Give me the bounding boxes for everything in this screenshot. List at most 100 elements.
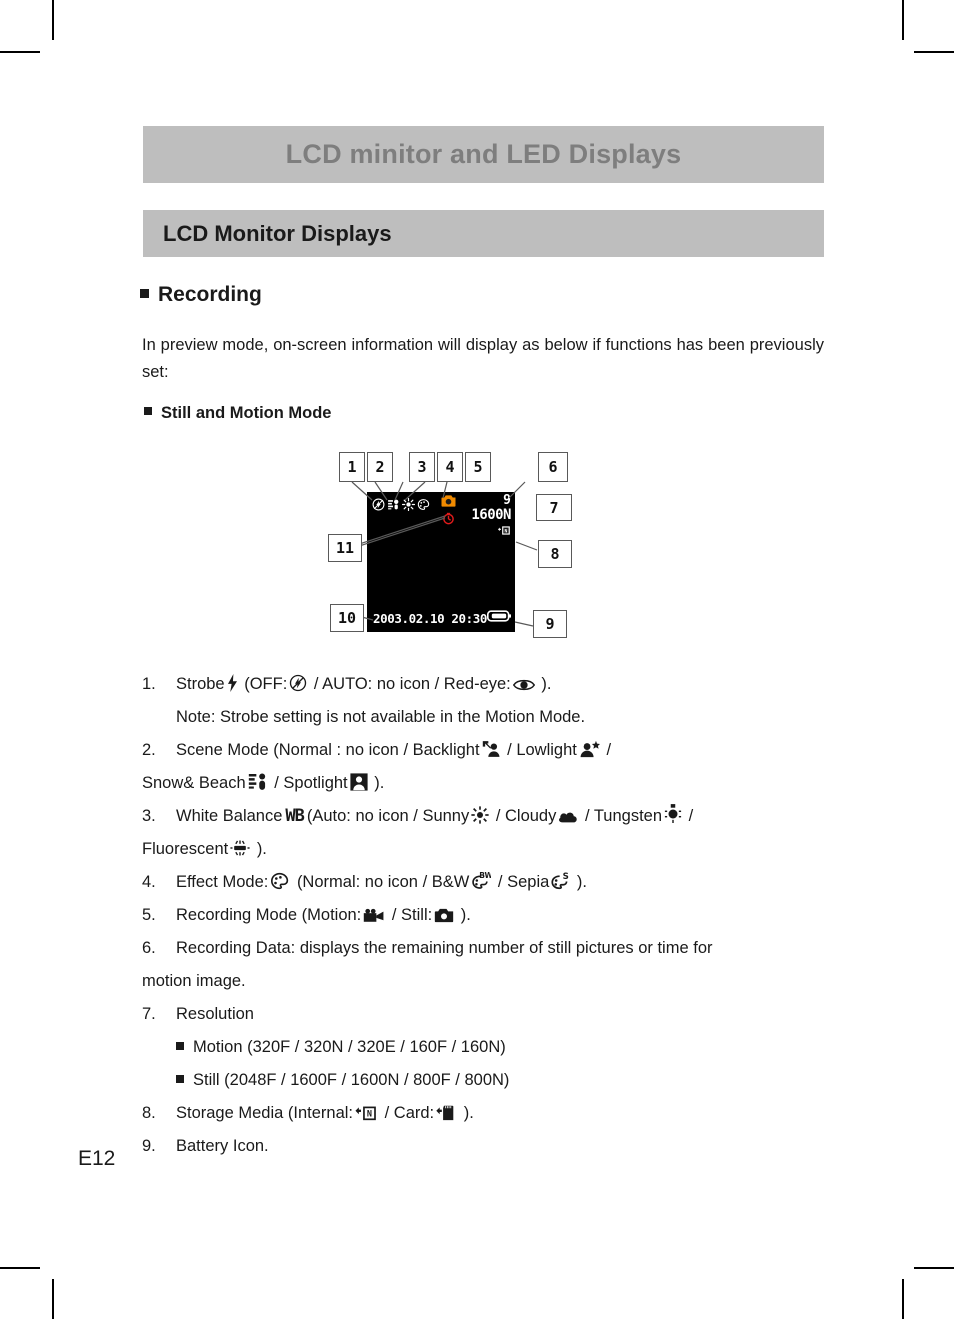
memory-card-icon: [436, 1104, 457, 1121]
list-item-7-sub-still: Still (2048F / 1600F / 1600N / 800F / 80…: [176, 1064, 832, 1097]
list-item-1-note: Note: Strobe setting is not available in…: [176, 708, 586, 726]
svg-text:BW: BW: [480, 871, 492, 880]
list-item-8-line1: Storage Media (Internal:: [176, 1104, 354, 1122]
callout-5: 5: [465, 452, 491, 482]
recording-heading: Recording: [140, 283, 262, 307]
callout-7: 7: [536, 494, 572, 521]
manual-page: LCD minitor and LED Displays LCD Monitor…: [0, 0, 954, 1319]
list-item-2-line1c: /: [606, 741, 612, 759]
intro-paragraph: In preview mode, on-screen information w…: [142, 335, 824, 381]
list-item-7-sub-motion-label: Motion (320F / 320N / 320E / 160F / 160N…: [193, 1038, 506, 1056]
list-item-8: 8. Storage Media (Internal: N / Card: ).: [142, 1097, 832, 1130]
list-item-2-line2c: ).: [374, 774, 385, 792]
list-item-2: 2. Scene Mode (Normal : no icon / Backli…: [142, 734, 832, 767]
crop-mark-top-left-horizontal: [0, 51, 40, 53]
crop-mark-top-right-vertical: [902, 0, 904, 40]
still-motion-mode-heading: Still and Motion Mode: [144, 404, 331, 423]
crop-mark-bottom-left-vertical: [52, 1279, 54, 1319]
callout-11: 11: [328, 534, 362, 562]
list-item-6-line1: Recording Data: displays the remaining n…: [176, 939, 713, 957]
lcd-indicator-list: 1. Strobe (OFF: / AUTO: no icon / Red-ey…: [142, 668, 832, 1163]
list-item-5-line1b: / Still:: [391, 906, 433, 924]
list-item-3-line1c: / Cloudy: [495, 807, 557, 825]
list-item-8-line1b: / Card:: [384, 1104, 435, 1122]
list-item-8-body: Storage Media (Internal: N / Card: ).: [176, 1097, 832, 1130]
list-item-4-number: 4.: [142, 873, 156, 891]
bullet-square-icon: [144, 407, 152, 415]
page-title: LCD minitor and LED Displays: [285, 139, 682, 169]
list-item-5-body: Recording Mode (Motion: / Still: ).: [176, 899, 832, 932]
crop-mark-bottom-right-vertical: [902, 1279, 904, 1319]
crop-mark-top-right-horizontal: [914, 51, 954, 53]
list-item-2-line1b: / Lowlight: [507, 741, 577, 759]
effect-mode-icon: [270, 872, 290, 890]
section-title: LCD Monitor Displays: [163, 220, 392, 246]
list-item-9-number: 9.: [142, 1137, 156, 1155]
fluorescent-icon: [230, 839, 250, 857]
list-item-3-line2: Fluorescent: [142, 840, 229, 858]
list-item-8-line1c: ).: [463, 1104, 474, 1122]
page-number: E12: [78, 1147, 116, 1170]
list-item-2-body: Scene Mode (Normal : no icon / Backlight…: [176, 734, 832, 767]
list-item-3-line1e: /: [688, 807, 694, 825]
svg-text:S: S: [563, 872, 569, 882]
callout-3: 3: [409, 452, 435, 482]
list-item-7: 7. Resolution: [142, 998, 832, 1031]
strobe-off-icon: [289, 674, 307, 692]
list-item-1-number: 1.: [142, 675, 156, 693]
list-item-4-line1b: (Normal: no icon / B&W: [296, 873, 470, 891]
callout-2: 2: [367, 452, 393, 482]
bullet-square-icon: [140, 289, 149, 298]
list-item-1-part-1: (OFF:: [244, 675, 288, 693]
crop-mark-bottom-left-horizontal: [0, 1267, 40, 1269]
section-title-bar: LCD Monitor Displays: [143, 210, 824, 257]
sepia-effect-icon: S: [551, 871, 570, 890]
list-item-3-continued: Fluorescent ).: [142, 833, 832, 866]
list-item-2-line2b: / Spotlight: [274, 774, 348, 792]
white-balance-label: WB: [285, 806, 305, 826]
list-item-5-number: 5.: [142, 906, 156, 924]
list-item-4: 4. Effect Mode: (Normal: no icon / B&W BW…: [142, 866, 832, 899]
list-item-9-line1: Battery Icon.: [176, 1137, 269, 1155]
motion-camera-icon: [363, 908, 385, 923]
callout-10: 10: [330, 604, 364, 632]
list-item-1-body: Strobe (OFF: / AUTO: no icon / Red-eye: …: [176, 668, 832, 701]
list-item-2-continued: Snow& Beach / Spotlight ).: [142, 767, 832, 800]
list-item-1-label: Strobe: [176, 675, 225, 693]
list-item-2-number: 2.: [142, 741, 156, 759]
list-item-7-line1: Resolution: [176, 1005, 254, 1023]
still-camera-icon: [434, 908, 454, 923]
list-item-4-body: Effect Mode: (Normal: no icon / B&W BW / …: [176, 866, 832, 899]
list-item-3-line1b: (Auto: no icon / Sunny: [306, 807, 470, 825]
list-item-3-line1d: / Tungsten: [584, 807, 663, 825]
strobe-icon: [227, 674, 238, 692]
list-item-2-line1: Scene Mode (Normal : no icon / Backlight: [176, 741, 480, 759]
tungsten-icon: [664, 804, 682, 824]
callout-4: 4: [437, 452, 463, 482]
list-item-3: 3. White Balance WB (Auto: no icon / Sunny…: [142, 800, 832, 833]
internal-memory-icon: N: [355, 1104, 378, 1121]
list-item-3-number: 3.: [142, 807, 156, 825]
list-item-5-line1c: ).: [460, 906, 471, 924]
still-motion-mode-label: Still and Motion Mode: [161, 404, 332, 422]
list-item-5-line1: Recording Mode (Motion:: [176, 906, 362, 924]
cloudy-icon: [558, 810, 578, 824]
list-item-4-line1: Effect Mode:: [176, 873, 269, 891]
sunny-icon: [471, 806, 489, 824]
crop-mark-top-left-vertical: [52, 0, 54, 40]
backlight-icon: [482, 740, 501, 758]
crop-mark-bottom-right-horizontal: [914, 1267, 954, 1269]
spotlight-icon: [350, 773, 368, 791]
red-eye-icon: [512, 678, 535, 692]
list-item-3-line1: White Balance: [176, 807, 283, 825]
list-item-8-number: 8.: [142, 1104, 156, 1122]
lcd-monitor-diagram: 9 1600N N 2003.02.10 20:30 1 2 3 4 5 6 7…: [325, 444, 615, 638]
list-item-6-number: 6.: [142, 939, 156, 957]
list-item-7-number: 7.: [142, 1005, 156, 1023]
list-item-6: 6. Recording Data: displays the remainin…: [142, 932, 832, 965]
callout-1: 1: [339, 452, 365, 482]
list-item-1: 1. Strobe (OFF: / AUTO: no icon / Red-ey…: [142, 668, 832, 701]
list-item-2-line2: Snow& Beach: [142, 774, 246, 792]
lowlight-icon: [579, 740, 600, 758]
list-item-6-line2: motion image.: [142, 972, 246, 990]
